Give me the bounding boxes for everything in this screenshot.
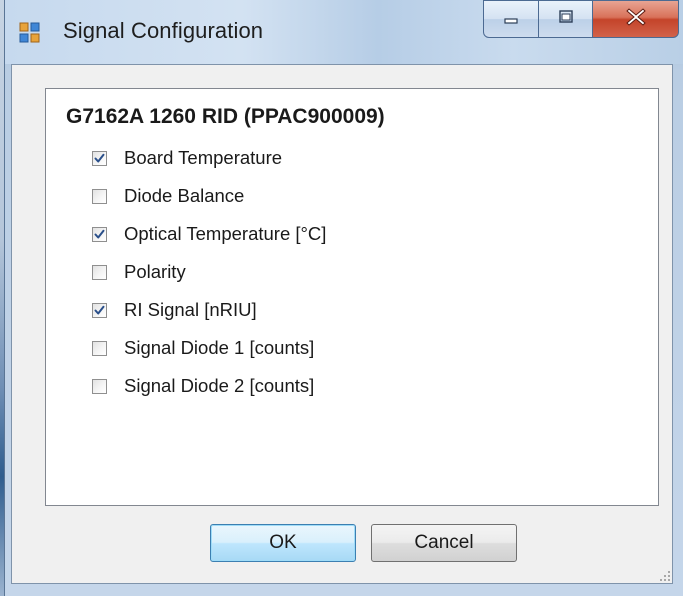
signal-item-diode-balance[interactable]: Diode Balance [92,177,326,215]
ok-button[interactable]: OK [210,524,356,562]
signal-item-ri-signal[interactable]: RI Signal [nRIU] [92,291,326,329]
checkbox-signal-diode-2[interactable] [92,378,107,394]
app-form-icon [19,22,41,44]
caption-buttons [483,0,679,42]
check-mark-icon [94,153,105,162]
close-button[interactable] [593,0,679,38]
signal-label: Board Temperature [124,147,283,168]
title-bar[interactable]: Signal Configuration [5,0,683,64]
signal-item-signal-diode-1[interactable]: Signal Diode 1 [counts] [92,329,326,367]
signal-label: Polarity [124,261,186,282]
signal-label: Signal Diode 1 [counts] [124,337,315,358]
signal-item-polarity[interactable]: Polarity [92,253,326,291]
checkbox-ri-signal[interactable] [92,302,107,318]
device-group-title: G7162A 1260 RID (PPAC900009) [66,105,385,128]
signal-label: Diode Balance [124,185,245,206]
cancel-button[interactable]: Cancel [371,524,517,562]
signal-item-optical-temperature[interactable]: Optical Temperature [°C] [92,215,326,253]
signal-label: Signal Diode 2 [counts] [124,375,315,396]
checkbox-diode-balance[interactable] [92,188,107,204]
signal-label: RI Signal [nRIU] [124,299,257,320]
signal-label: Optical Temperature [°C] [124,223,327,244]
checkbox-signal-diode-1[interactable] [92,340,107,356]
checkbox-board-temperature[interactable] [92,150,107,166]
signal-item-board-temperature[interactable]: Board Temperature [92,139,326,177]
dialog-window: Signal Configuration G7162A 1260 RID (PP… [4,0,683,596]
minimize-icon [501,7,521,32]
resize-grip-icon[interactable] [657,568,671,582]
signal-list: Board Temperature Diode Balance Optical … [92,139,326,405]
checkbox-polarity[interactable] [92,264,107,280]
close-icon [623,5,649,34]
window-title: Signal Configuration [63,18,264,43]
signal-item-signal-diode-2[interactable]: Signal Diode 2 [counts] [92,367,326,405]
minimize-button[interactable] [483,0,539,38]
check-mark-icon [94,305,105,314]
signal-list-panel: G7162A 1260 RID (PPAC900009) Board Tempe… [45,88,659,506]
maximize-icon [556,7,576,32]
maximize-button[interactable] [539,0,593,38]
checkbox-optical-temperature[interactable] [92,226,107,242]
check-mark-icon [94,229,105,238]
